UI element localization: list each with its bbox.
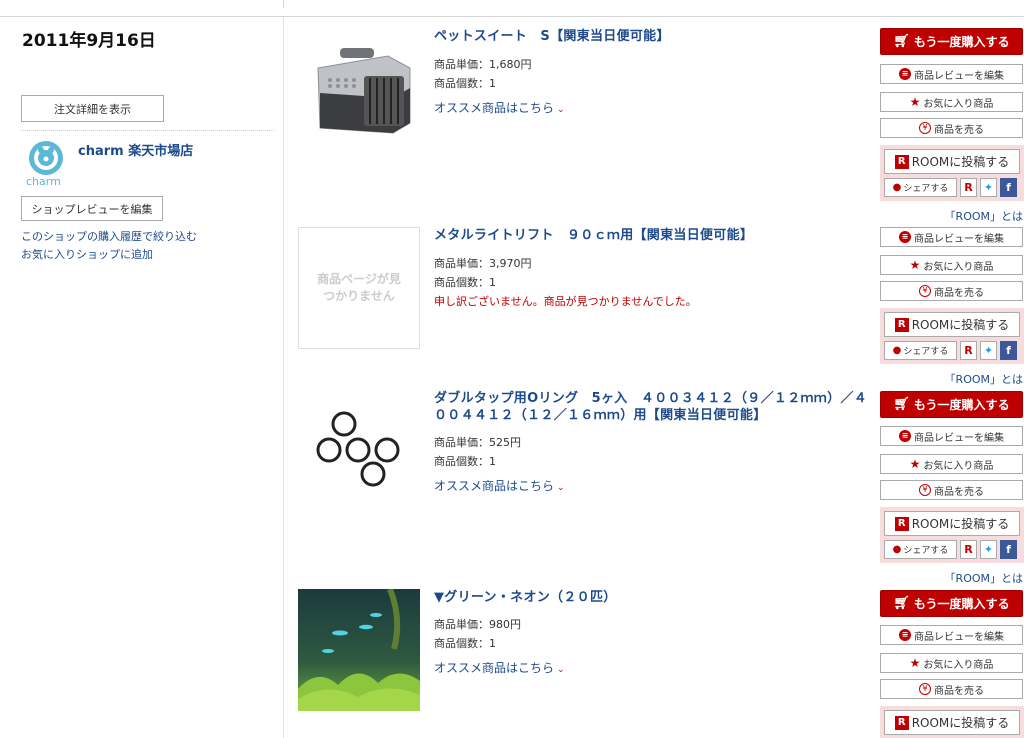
star-icon: ★ [909, 457, 921, 471]
facebook-icon[interactable]: f [1000, 540, 1017, 559]
recommend-link[interactable]: オススメ商品はこちら ⌄ [434, 99, 565, 116]
room-panel: R ROOMに投稿する ● シェアする R ✦ f [880, 145, 1024, 201]
room-panel: R ROOMに投稿する ● シェアする R ✦ f [880, 507, 1024, 563]
item-name[interactable]: ▼グリーン・ネオン（２０匹） [434, 589, 874, 606]
share-button[interactable]: ● シェアする [884, 178, 957, 197]
chevron-down-icon: ⌄ [557, 483, 565, 493]
favorite-button[interactable]: ★ お気に入り商品 [880, 653, 1023, 673]
chevron-down-icon: ⌄ [557, 105, 565, 115]
item-not-found-message: 申し訳ございません。商品が見つかりませんでした。 [434, 295, 697, 308]
divider [21, 130, 274, 131]
top-tick [283, 0, 284, 8]
review-button[interactable]: ≡ 商品レビューを編集 [880, 227, 1023, 247]
share-button[interactable]: ● シェアする [884, 341, 957, 360]
item-quantity: 商品個数：1 [434, 637, 496, 650]
room-about-link[interactable]: 「ROOM」とは [945, 371, 1023, 387]
room-panel: R ROOMに投稿する ● シェアする R ✦ f [880, 308, 1024, 364]
shop-name[interactable]: charm 楽天市場店 [78, 140, 193, 159]
item-price: 商品単価：1,680円 [434, 58, 532, 71]
item-name[interactable]: メタルライトリフト ９０ｃｍ用【関東当日便可能】 [434, 227, 874, 244]
column-divider [283, 17, 284, 738]
yen-icon: ¥ [919, 484, 931, 496]
rakuten-icon[interactable]: R [960, 540, 977, 559]
twitter-icon[interactable]: ✦ [980, 341, 997, 360]
room-post-button[interactable]: R ROOMに投稿する [884, 149, 1020, 174]
star-icon: ★ [909, 656, 921, 670]
share-row: ● シェアする R ✦ f [884, 178, 1017, 197]
yen-icon: ¥ [919, 285, 931, 297]
review-icon: ≡ [899, 430, 911, 442]
cart-icon: 🛒︎ [893, 34, 910, 49]
sell-button[interactable]: ¥ 商品を売る [880, 281, 1023, 301]
cart-icon: 🛒︎ [893, 397, 910, 412]
share-row: ● シェアする R ✦ f [884, 540, 1017, 559]
facebook-icon[interactable]: f [1000, 178, 1017, 197]
room-icon: R [894, 317, 909, 332]
twitter-icon[interactable]: ✦ [980, 540, 997, 559]
item-name[interactable]: ペットスイート S【関東当日便可能】 [434, 28, 874, 45]
review-icon: ≡ [899, 68, 911, 80]
rebuy-button[interactable]: 🛒︎ もう一度購入する [880, 391, 1023, 418]
top-divider [0, 16, 1024, 17]
order-detail-button[interactable]: 注文詳細を表示 [21, 95, 164, 122]
chevron-down-icon: ⌄ [557, 665, 565, 675]
yen-icon: ¥ [919, 122, 931, 134]
shop-logo[interactable]: charm [24, 139, 68, 189]
room-post-button[interactable]: R ROOMに投稿する [884, 511, 1020, 536]
rakuten-icon[interactable]: R [960, 341, 977, 360]
room-icon: R [894, 715, 909, 730]
item-quantity: 商品個数：1 [434, 455, 496, 468]
share-button[interactable]: ● シェアする [884, 540, 957, 559]
item-name[interactable]: ダブルタップ用Oリング 5ヶ入 ４００３４１２（９／１２ｍｍ）／４００４４１２（… [434, 390, 874, 424]
favorite-button[interactable]: ★ お気に入り商品 [880, 454, 1023, 474]
room-post-button[interactable]: R ROOMに投稿する [884, 710, 1020, 735]
recommend-link[interactable]: オススメ商品はこちら ⌄ [434, 477, 565, 494]
shop-history-link[interactable]: このショップの購入履歴で絞り込む [21, 228, 197, 244]
rebuy-button[interactable]: 🛒︎ もう一度購入する [880, 590, 1023, 617]
yen-icon: ¥ [919, 683, 931, 695]
share-row: ● シェアする R ✦ f [884, 341, 1017, 360]
cart-icon: 🛒︎ [893, 596, 910, 611]
item-image-pet-carrier[interactable] [298, 28, 420, 150]
sell-button[interactable]: ¥ 商品を売る [880, 118, 1023, 138]
share-icon: ● [892, 345, 902, 356]
order-date: 2011年9月16日 [22, 31, 156, 51]
review-icon: ≡ [899, 231, 911, 243]
share-icon: ● [892, 182, 902, 193]
review-icon: ≡ [899, 629, 911, 641]
shop-favorite-link[interactable]: お気に入りショップに追加 [21, 246, 153, 262]
favorite-button[interactable]: ★ お気に入り商品 [880, 92, 1023, 112]
facebook-icon[interactable]: f [1000, 341, 1017, 360]
room-about-link[interactable]: 「ROOM」とは [945, 570, 1023, 586]
item-image-not-found: 商品ページが見つかりません [298, 227, 420, 349]
review-button[interactable]: ≡ 商品レビューを編集 [880, 625, 1023, 645]
sell-button[interactable]: ¥ 商品を売る [880, 679, 1023, 699]
room-about-link[interactable]: 「ROOM」とは [945, 208, 1023, 224]
item-price: 商品単価：3,970円 [434, 257, 532, 270]
item-image-aquarium-fish[interactable] [298, 587, 420, 711]
item-image-o-rings[interactable] [298, 390, 420, 512]
room-post-button[interactable]: R ROOMに投稿する [884, 312, 1020, 337]
rakuten-icon[interactable]: R [960, 178, 977, 197]
shop-logo-text: charm [26, 175, 61, 188]
rebuy-button[interactable]: 🛒︎ もう一度購入する [880, 28, 1023, 55]
item-quantity: 商品個数：1 [434, 276, 496, 289]
twitter-icon[interactable]: ✦ [980, 178, 997, 197]
share-icon: ● [892, 544, 902, 555]
star-icon: ★ [909, 95, 921, 109]
favorite-button[interactable]: ★ お気に入り商品 [880, 255, 1023, 275]
item-price: 商品単価：980円 [434, 618, 521, 631]
item-price: 商品単価：525円 [434, 436, 521, 449]
room-icon: R [894, 154, 909, 169]
sell-button[interactable]: ¥ 商品を売る [880, 480, 1023, 500]
star-icon: ★ [909, 258, 921, 272]
item-quantity: 商品個数：1 [434, 77, 496, 90]
recommend-link[interactable]: オススメ商品はこちら ⌄ [434, 659, 565, 676]
room-icon: R [894, 516, 909, 531]
review-button[interactable]: ≡ 商品レビューを編集 [880, 64, 1023, 84]
shop-review-button[interactable]: ショップレビューを編集 [21, 196, 163, 221]
review-button[interactable]: ≡ 商品レビューを編集 [880, 426, 1023, 446]
room-panel: R ROOMに投稿する [880, 706, 1024, 738]
